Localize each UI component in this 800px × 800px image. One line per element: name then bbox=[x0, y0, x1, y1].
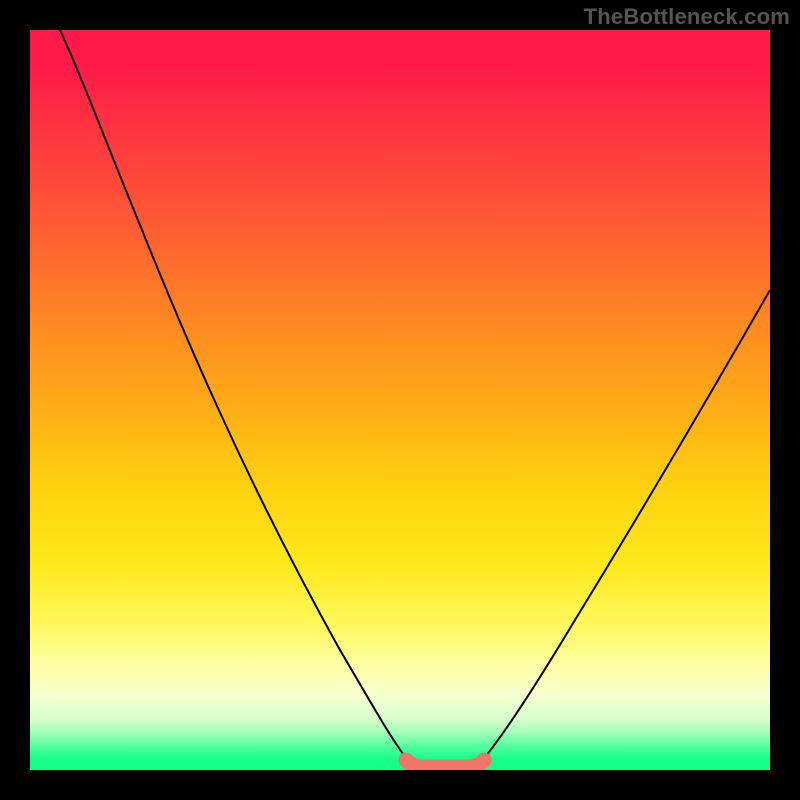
bottom-highlight bbox=[406, 760, 484, 767]
left-curve bbox=[60, 30, 410, 763]
watermark-text: TheBottleneck.com bbox=[584, 4, 790, 30]
chart-frame: TheBottleneck.com bbox=[0, 0, 800, 800]
plot-area bbox=[30, 30, 770, 770]
right-curve bbox=[480, 290, 770, 763]
curve-layer bbox=[30, 30, 770, 770]
